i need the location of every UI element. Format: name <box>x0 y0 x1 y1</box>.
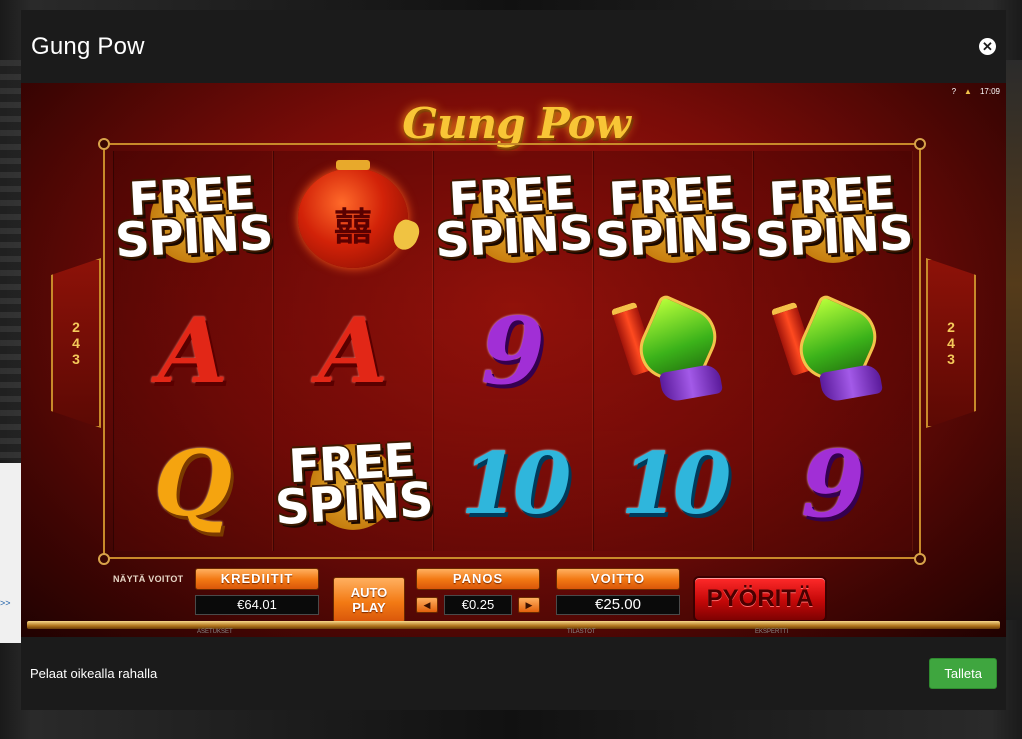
free-spins-line2: SPINS <box>433 204 595 269</box>
credits-label[interactable]: KREDIITIT <box>195 568 319 590</box>
reel-cell: FREE SPINS <box>112 151 275 284</box>
symbol-9: 9 <box>480 296 545 405</box>
free-spins-line2: SPINS <box>113 204 275 269</box>
free-spins-symbol: FREE SPINS <box>432 166 595 269</box>
backdrop-left-link[interactable]: >> <box>0 598 11 608</box>
ways-digit: 3 <box>947 351 955 367</box>
bet-label[interactable]: PANOS <box>416 568 540 590</box>
reel-cell: A <box>114 284 272 417</box>
reel-cell: 10 <box>434 418 592 551</box>
reel-column: FREE SPINS 9 <box>752 151 915 551</box>
game-modal: Gung Pow ✕ ? ▲ 17:09 Gung Pow 2 4 3 2 4 … <box>21 10 1006 710</box>
ways-digit: 4 <box>72 335 80 351</box>
reels-grid: FREE SPINS A Q 囍 A FREE SPINS FREE SPINS 9 10 FREE SP… <box>112 151 915 551</box>
bet-value: €0.25 <box>444 595 512 615</box>
frame-corner <box>98 138 110 150</box>
bet-decrease-button[interactable]: ◀ <box>416 597 438 613</box>
ways-digit: 2 <box>72 319 80 335</box>
reel-cell <box>594 284 752 417</box>
modal-footer: Pelaat oikealla rahalla Talleta <box>21 637 1006 710</box>
free-spins-line2: SPINS <box>593 204 755 269</box>
reel-cell <box>754 284 912 417</box>
symbol-q: Q <box>153 431 233 538</box>
reel-cell: 10 <box>594 418 752 551</box>
help-icon[interactable]: ? <box>952 87 956 96</box>
symbol-a: A <box>318 297 388 404</box>
control-panel: NÄYTÄ VOITOT KREDIITIT €64.01 AUTO PLAY … <box>21 564 1006 624</box>
modal-title: Gung Pow <box>31 32 145 60</box>
reel-column: FREE SPINS 9 10 <box>432 151 595 551</box>
clock-time: 17:09 <box>979 87 1000 96</box>
reel-column: FREE SPINS 10 <box>592 151 755 551</box>
reel-cell: FREE SPINS <box>432 151 595 284</box>
ways-digit: 2 <box>947 319 955 335</box>
credits-value: €64.01 <box>195 595 319 615</box>
ways-digit: 3 <box>72 351 80 367</box>
lantern-icon: 囍 <box>298 159 423 268</box>
real-money-notice: Pelaat oikealla rahalla <box>30 666 158 681</box>
backdrop-left-panel: >> <box>0 463 22 643</box>
backdrop-left-decor <box>0 60 22 460</box>
reel-column: 囍 A FREE SPINS <box>272 151 435 551</box>
free-spins-symbol: FREE SPINS <box>752 166 915 269</box>
flame-icon: ▲ <box>964 87 972 96</box>
expert-link[interactable]: EKSPERTTI <box>755 629 788 635</box>
symbol-9: 9 <box>800 430 865 539</box>
reel-cell: FREE SPINS <box>752 151 915 284</box>
autoplay-button[interactable]: AUTO PLAY <box>333 577 405 623</box>
autoplay-label-line1: AUTO <box>350 585 388 600</box>
symbol-a: A <box>158 297 228 404</box>
reel-cell: 9 <box>434 284 592 417</box>
free-spins-line2: SPINS <box>753 204 915 269</box>
reel-cell: 9 <box>754 418 912 551</box>
deposit-button[interactable]: Talleta <box>929 658 997 689</box>
free-spins-symbol: FREE SPINS <box>272 433 435 536</box>
reel-cell: FREE SPINS <box>272 418 435 551</box>
autoplay-label-line2: PLAY <box>352 600 386 615</box>
settings-link[interactable]: ASETUKSET <box>197 629 233 635</box>
modal-header: Gung Pow ✕ <box>21 10 1006 83</box>
frame-corner <box>914 138 926 150</box>
close-icon[interactable]: ✕ <box>979 38 996 55</box>
win-label: VOITTO <box>556 568 680 590</box>
free-spins-symbol: FREE SPINS <box>112 166 275 269</box>
game-footer-links: ASETUKSET TILASTOT EKSPERTTI <box>21 629 1006 637</box>
reel-column: FREE SPINS A Q <box>112 151 275 551</box>
free-spins-line2: SPINS <box>273 471 435 536</box>
backdrop-right-decor <box>1004 60 1022 620</box>
rocket-icon <box>610 293 733 406</box>
rocket-icon <box>770 293 893 406</box>
control-bar-trim <box>27 621 1000 629</box>
reel-cell: 囍 <box>274 151 432 284</box>
symbol-10: 10 <box>460 434 572 534</box>
win-value: €25.00 <box>556 595 680 615</box>
ways-digit: 4 <box>947 335 955 351</box>
bet-increase-button[interactable]: ▶ <box>518 597 540 613</box>
ways-badge-right: 2 4 3 <box>926 258 976 428</box>
spin-button[interactable]: PYÖRITÄ <box>693 576 827 622</box>
reel-cell: Q <box>114 418 272 551</box>
status-bar: ? ▲ 17:09 <box>952 87 1000 96</box>
game-canvas[interactable]: ? ▲ 17:09 Gung Pow 2 4 3 2 4 3 FREE SPINS… <box>21 83 1006 637</box>
game-logo-text: Gung Pow <box>402 98 631 148</box>
free-spins-symbol: FREE SPINS <box>592 166 755 269</box>
reel-cell: A <box>274 284 432 417</box>
reel-cell: FREE SPINS <box>592 151 755 284</box>
lantern-glyph: 囍 <box>333 206 372 249</box>
show-wins-link[interactable]: NÄYTÄ VOITOT <box>113 574 183 584</box>
ways-badge-left: 2 4 3 <box>51 258 101 428</box>
symbol-10: 10 <box>620 434 732 534</box>
stats-link[interactable]: TILASTOT <box>567 629 596 635</box>
